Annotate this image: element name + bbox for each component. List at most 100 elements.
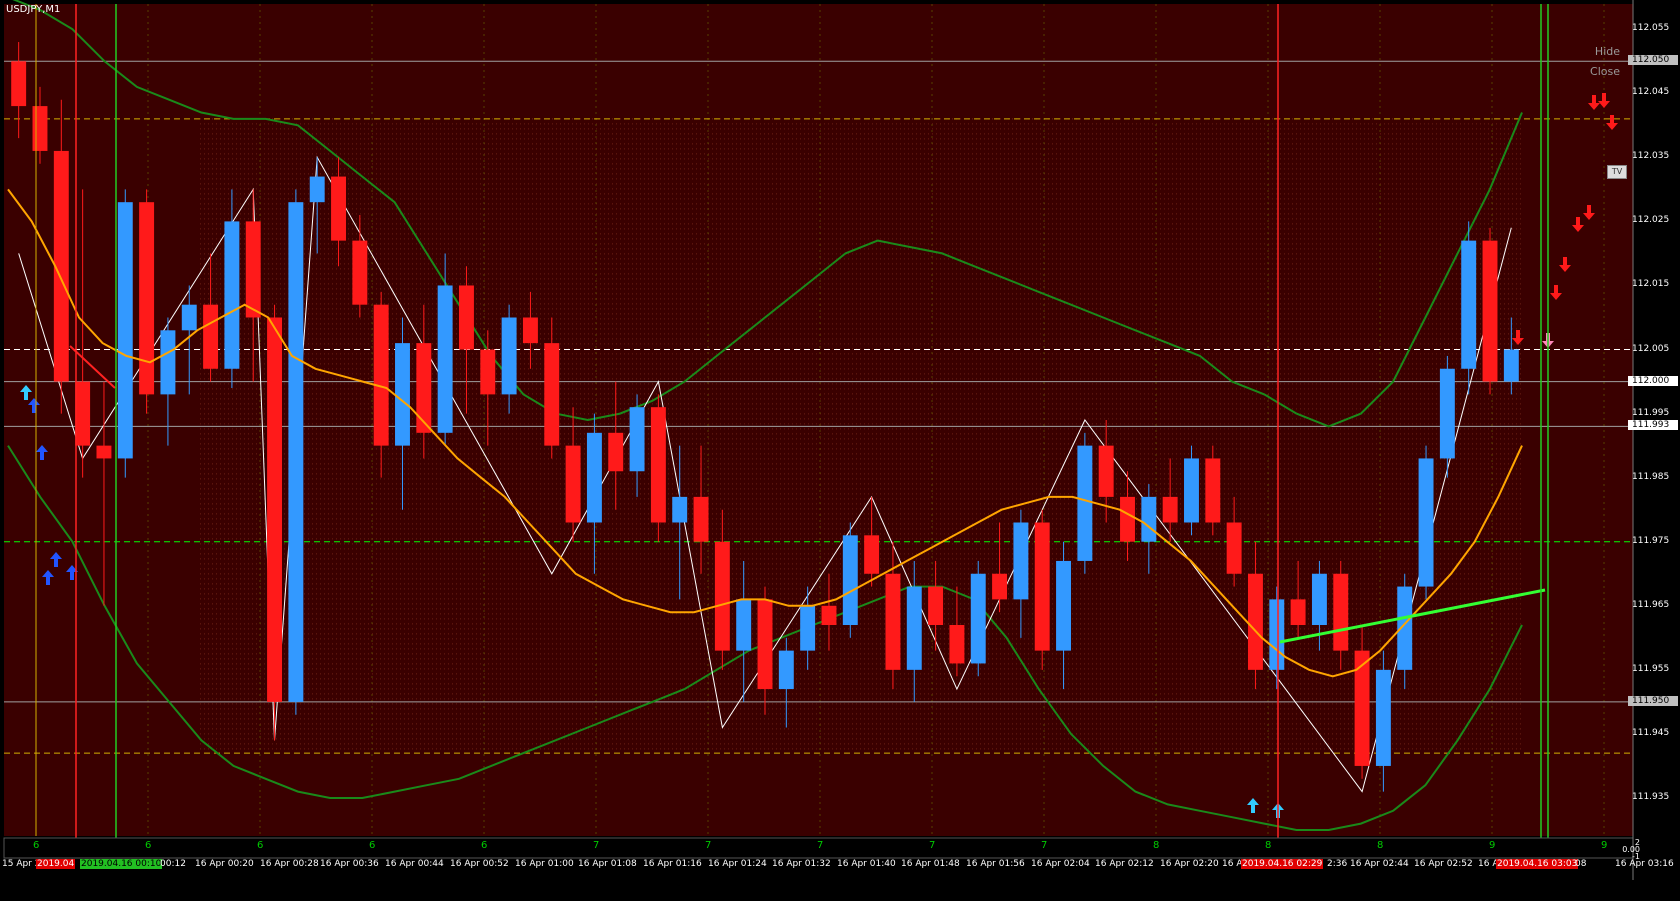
- candle-body: [693, 496, 709, 542]
- candle-body: [139, 202, 155, 395]
- candle-body: [778, 650, 794, 690]
- time-tick: 16 Apr 00:44: [385, 859, 444, 869]
- hour-label: 7: [1041, 840, 1048, 851]
- candle-body: [800, 605, 816, 651]
- candle-body: [864, 535, 880, 574]
- price-tick: 111.995: [1632, 407, 1670, 418]
- hour-label: 7: [705, 840, 712, 851]
- price-chart[interactable]: [0, 0, 1680, 897]
- candle-body: [757, 599, 773, 690]
- candle-body: [1205, 458, 1221, 523]
- candle-body: [373, 304, 389, 446]
- candle-body: [608, 432, 624, 472]
- candle: [267, 304, 283, 741]
- candle-body: [1354, 650, 1370, 766]
- candle-body: [1269, 599, 1285, 670]
- candle-body: [96, 445, 112, 459]
- close-button[interactable]: Close: [1590, 65, 1620, 78]
- candle-body: [160, 330, 176, 395]
- time-tick: 16 Apr 00:20: [195, 859, 254, 869]
- candle: [650, 394, 666, 542]
- candle: [1418, 445, 1434, 600]
- candle-body: [1311, 573, 1327, 625]
- time-tick: 16 Apr 01:00: [515, 859, 574, 869]
- candle-body: [906, 586, 922, 670]
- price-tick: 111.945: [1632, 727, 1670, 738]
- price-tick: 111.965: [1632, 599, 1670, 610]
- time-tick: 16 Apr 00:36: [320, 859, 379, 869]
- candle-body: [1439, 368, 1455, 459]
- candle: [117, 189, 133, 478]
- chart-window[interactable]: USDJPY,M1 Hide Close TV 112.055 112.045 11…: [0, 0, 1680, 897]
- candle-body: [629, 407, 645, 472]
- candle-body: [1162, 496, 1178, 523]
- hour-label: 7: [817, 840, 824, 851]
- candle-body: [650, 407, 666, 523]
- candle-body: [1034, 522, 1050, 651]
- time-tick: 16 Apr 01:16: [643, 859, 702, 869]
- candle-body: [1461, 240, 1477, 369]
- price-tick: 111.935: [1632, 791, 1670, 802]
- candle-body: [459, 285, 474, 350]
- candle-body: [416, 343, 432, 433]
- time-tick: 16 Apr 00:52: [450, 859, 509, 869]
- time-tick: 16 Apr 00:28: [260, 859, 319, 869]
- time-tick: 08: [1575, 859, 1587, 869]
- candle-body: [522, 317, 538, 344]
- price-tag: 111.993: [1628, 420, 1678, 431]
- time-tick: 16 A: [1222, 859, 1243, 869]
- time-tick: 16 Apr 01:48: [901, 859, 960, 869]
- hour-label: 6: [257, 840, 264, 851]
- candle: [1034, 509, 1050, 670]
- price-tag: 112.000: [1628, 375, 1678, 386]
- tv-button[interactable]: TV: [1607, 165, 1627, 179]
- time-tick: 2019.04.16 02:29: [1241, 859, 1324, 869]
- time-tick: 16 Apr 01:40: [837, 859, 896, 869]
- candle-body: [501, 317, 517, 395]
- hide-button[interactable]: Hide: [1595, 45, 1620, 58]
- candle: [288, 189, 304, 715]
- candle-body: [1013, 522, 1029, 600]
- time-tick: 16 Apr 01:24: [708, 859, 767, 869]
- hour-label: 6: [369, 840, 376, 851]
- candle-body: [949, 625, 965, 664]
- candle: [842, 522, 858, 638]
- hour-label: 8: [1153, 840, 1160, 851]
- candle-body: [586, 432, 602, 523]
- candle-body: [1056, 560, 1071, 651]
- price-tick: 112.055: [1632, 23, 1670, 34]
- hour-label: 6: [33, 840, 40, 851]
- time-tick: 16 Apr 02:04: [1031, 859, 1090, 869]
- candle-body: [1503, 349, 1519, 382]
- time-tick: 2019.04.16 00:10: [80, 859, 163, 869]
- hour-label: 6: [481, 840, 488, 851]
- candle-body: [1418, 458, 1434, 587]
- candle-body: [1184, 458, 1199, 523]
- candle-body: [267, 317, 283, 702]
- candle-body: [309, 176, 325, 203]
- candle-body: [672, 496, 688, 523]
- time-tick: 16 Apr 02:44: [1350, 859, 1409, 869]
- price-tick: 111.975: [1632, 535, 1670, 546]
- time-tick: 16 Apr 02:20: [1160, 859, 1219, 869]
- candle-body: [1290, 599, 1306, 625]
- candle-body: [1141, 496, 1157, 542]
- candle-body: [181, 304, 197, 331]
- candle-body: [565, 445, 581, 523]
- candle-body: [288, 202, 304, 702]
- candle-body: [224, 221, 240, 369]
- candle-body: [1226, 522, 1242, 574]
- candle: [1205, 445, 1221, 536]
- hour-label: 8: [1377, 840, 1384, 851]
- time-tick: 16 Apr 01:08: [578, 859, 637, 869]
- candle-body: [544, 343, 560, 446]
- candle-body: [203, 304, 219, 369]
- price-tag: 112.050: [1628, 55, 1678, 66]
- candle-body: [480, 349, 496, 395]
- time-tick: 2:36: [1327, 859, 1348, 869]
- candle-body: [1098, 445, 1114, 497]
- candle-body: [992, 573, 1008, 600]
- candle: [1184, 445, 1199, 536]
- candle-body: [32, 106, 48, 151]
- time-tick: 16 Apr 02:52: [1414, 859, 1473, 869]
